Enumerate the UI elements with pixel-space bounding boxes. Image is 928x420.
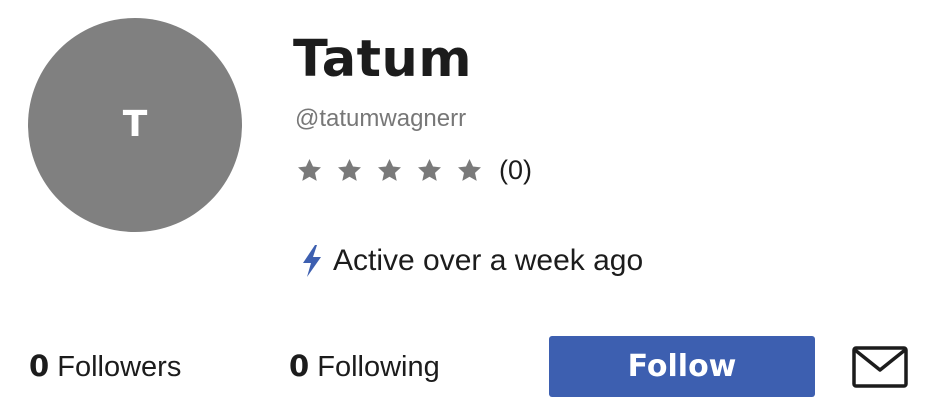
username: @tatumwagnerr	[295, 105, 467, 132]
following-link[interactable]: 0 Following	[289, 346, 440, 387]
activity-status: Active over a week ago	[300, 240, 643, 282]
star-icon	[336, 157, 363, 184]
rating: (0)	[296, 150, 532, 190]
follow-button[interactable]: Follow	[549, 336, 815, 397]
followers-label: Followers	[57, 351, 182, 383]
display-name: Tatum	[293, 30, 472, 89]
rating-count: (0)	[499, 154, 532, 185]
envelope-icon[interactable]	[851, 344, 909, 390]
star-icon	[456, 157, 483, 184]
lightning-bolt-icon	[303, 245, 321, 277]
followers-link[interactable]: 0 Followers	[29, 346, 181, 387]
followers-count: 0	[29, 349, 50, 383]
star-icon	[296, 157, 323, 184]
avatar-initial: T	[122, 104, 148, 145]
star-icon	[416, 157, 443, 184]
following-label: Following	[317, 351, 440, 383]
star-icon	[376, 157, 403, 184]
following-count: 0	[289, 349, 310, 383]
activity-text: Active over a week ago	[333, 244, 644, 277]
avatar: T	[28, 18, 242, 232]
